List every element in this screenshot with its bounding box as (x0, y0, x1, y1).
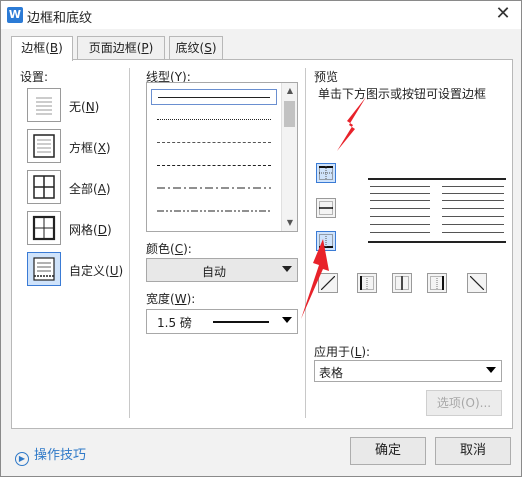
preview-text-line (442, 224, 504, 225)
close-button[interactable]: ✕ (493, 5, 513, 25)
line-style-dotted[interactable] (151, 112, 277, 128)
dropdown-arrow-icon (282, 266, 292, 272)
inside-vertical-border-button[interactable] (392, 273, 412, 293)
line-style-dash[interactable] (151, 158, 277, 174)
scroll-up-arrow-icon[interactable]: ▲ (282, 83, 297, 99)
setting-box-label: 方框(X) (69, 141, 111, 155)
dropdown-arrow-icon (486, 367, 496, 373)
tips-link[interactable]: ▶ 操作技巧 (15, 444, 86, 466)
preview-bottom-border (368, 241, 506, 243)
setting-all-icon (27, 170, 61, 204)
setting-all-label: 全部(A) (69, 182, 111, 196)
dropdown-arrow-icon (282, 317, 292, 323)
preview-text-line (442, 216, 504, 217)
play-circle-icon: ▶ (15, 452, 29, 466)
preview-text-line (442, 193, 504, 194)
preview-top-border (368, 178, 506, 180)
preview-text-line (370, 232, 430, 233)
setting-grid-label: 网格(D) (69, 223, 112, 237)
scroll-down-arrow-icon[interactable]: ▼ (282, 215, 297, 231)
setting-grid-icon (27, 211, 61, 245)
preview-text-line (442, 200, 504, 201)
line-style-scrollbar[interactable]: ▲ ▼ (281, 83, 297, 231)
color-value: 自动 (202, 265, 227, 279)
width-heading: 宽度(W): (146, 292, 196, 306)
setting-none-icon (27, 88, 61, 122)
cancel-button[interactable]: 取消 (435, 437, 511, 465)
right-border-button[interactable] (427, 273, 447, 293)
preview-area[interactable] (368, 178, 506, 244)
diagonal-down-border-button[interactable] (318, 273, 338, 293)
line-style-fine-dash[interactable] (151, 135, 277, 151)
preview-text-line (442, 208, 504, 209)
line-style-dash-dot[interactable] (151, 181, 277, 197)
preview-text-line (370, 208, 430, 209)
width-sample-line (213, 321, 269, 323)
top-border-button[interactable] (316, 163, 336, 183)
preview-text-line (370, 200, 430, 201)
width-select[interactable]: 1.5 磅 (146, 309, 298, 334)
scroll-thumb[interactable] (284, 101, 295, 127)
preview-text-line (442, 232, 504, 233)
preview-text-line (370, 193, 430, 194)
options-button[interactable]: 选项(O)... (426, 390, 502, 416)
line-style-list[interactable]: ▲ ▼ (146, 82, 298, 232)
ok-button[interactable]: 确定 (350, 437, 426, 465)
preview-heading: 预览 (314, 70, 339, 84)
apply-to-value: 表格 (319, 366, 344, 380)
divider-right (305, 68, 306, 418)
line-style-dash-dot-dot[interactable] (151, 204, 277, 220)
setting-custom-label: 自定义(U) (69, 264, 124, 278)
borders-shading-dialog: W 边框和底纹 ✕ 边框(B) 页面边框(P) 底纹(S) 设置: 无(N) 方… (0, 0, 522, 477)
left-border-button[interactable] (357, 273, 377, 293)
wps-writer-icon: W (7, 7, 23, 23)
title-bar: W 边框和底纹 ✕ (1, 1, 521, 29)
preview-text-line (442, 186, 504, 187)
setting-none-label: 无(N) (69, 100, 100, 114)
settings-heading: 设置: (20, 70, 49, 84)
tab-borders[interactable]: 边框(B) (11, 36, 73, 61)
preview-text-line (370, 224, 430, 225)
color-select[interactable]: 自动 (146, 258, 298, 282)
preview-text-line (370, 216, 430, 217)
tab-shading[interactable]: 底纹(S) (169, 36, 223, 60)
preview-hint: 单击下方图示或按钮可设置边框 (318, 87, 487, 101)
borders-panel: 设置: 无(N) 方框(X) 全部(A) 网格(D) 自定义(U) 线型(Y):… (11, 59, 513, 429)
diagonal-up-border-button[interactable] (467, 273, 487, 293)
setting-box-icon (27, 129, 61, 163)
apply-to-heading: 应用于(L): (314, 345, 371, 359)
preview-text-line (370, 186, 430, 187)
line-style-solid[interactable] (151, 89, 277, 105)
color-heading: 颜色(C): (146, 242, 192, 256)
inside-horizontal-border-button[interactable] (316, 198, 336, 218)
width-value: 1.5 磅 (157, 316, 192, 330)
tab-page-border[interactable]: 页面边框(P) (77, 36, 165, 60)
divider-left (129, 68, 130, 418)
setting-custom-icon (27, 252, 61, 286)
bottom-border-button[interactable] (316, 231, 336, 251)
window-title: 边框和底纹 (27, 11, 93, 26)
apply-to-select[interactable]: 表格 (314, 360, 502, 382)
